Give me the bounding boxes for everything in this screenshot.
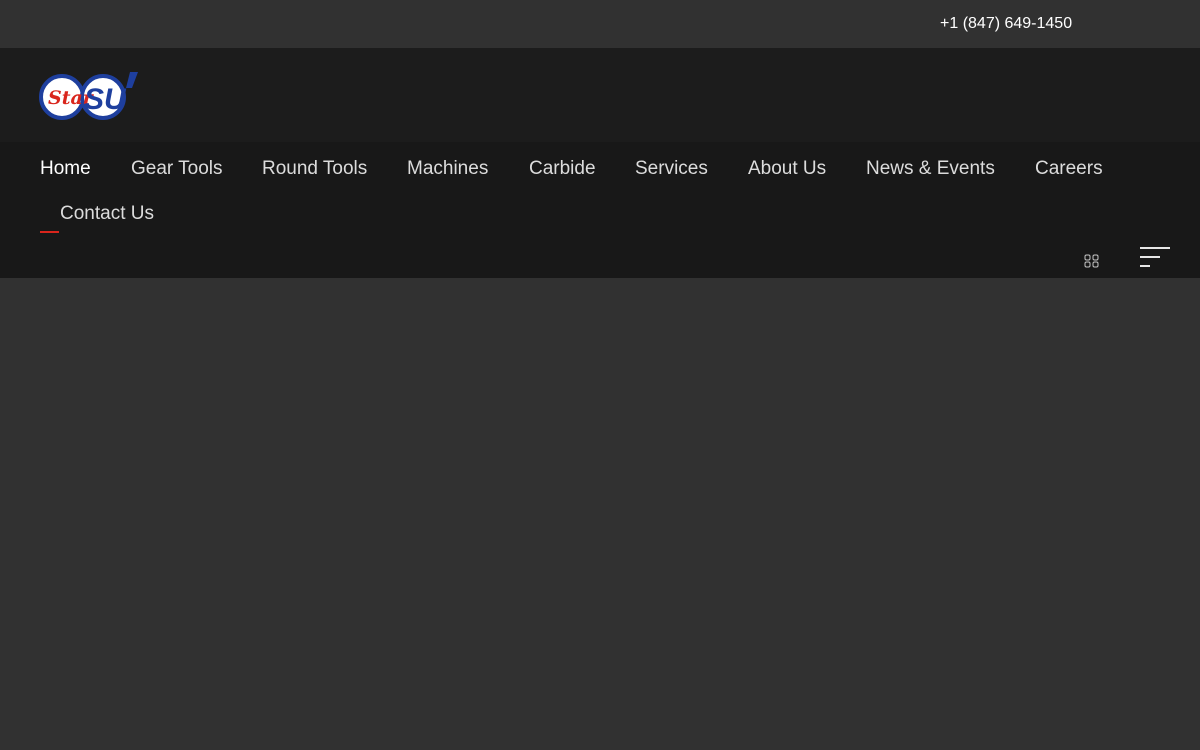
nav-item-services[interactable]: Services xyxy=(635,157,708,181)
top-bar: +1 (847) 649-1450 xyxy=(0,0,1200,48)
nav-item-news-events[interactable]: News & Events xyxy=(866,157,995,181)
nav-item-contact-us[interactable]: Contact Us xyxy=(60,202,154,226)
main-content-area xyxy=(0,278,1200,750)
hamburger-menu-icon[interactable] xyxy=(1138,246,1172,270)
grid-icon[interactable] xyxy=(1084,254,1100,268)
nav-item-carbide[interactable]: Carbide xyxy=(529,157,596,181)
active-nav-indicator xyxy=(40,231,59,233)
nav-item-machines[interactable]: Machines xyxy=(407,157,488,181)
nav-item-home[interactable]: Home xyxy=(40,157,91,181)
nav-item-round-tools[interactable]: Round Tools xyxy=(262,157,367,181)
logo-bar: Star SU xyxy=(0,48,1200,142)
nav-item-about-us[interactable]: About Us xyxy=(748,157,826,181)
star-su-logo[interactable]: Star SU xyxy=(38,68,142,126)
phone-link[interactable]: +1 (847) 649-1450 xyxy=(940,14,1072,34)
nav-item-gear-tools[interactable]: Gear Tools xyxy=(131,157,223,181)
svg-text:SU: SU xyxy=(84,83,127,116)
nav-item-careers[interactable]: Careers xyxy=(1035,157,1103,181)
